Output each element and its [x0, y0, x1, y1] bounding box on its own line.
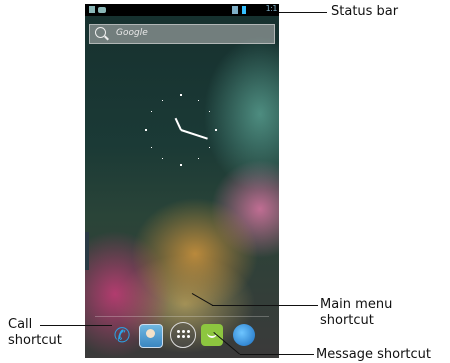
annotation-main-menu-line1: Main menu	[320, 297, 393, 312]
clock-tick	[209, 147, 210, 148]
annotation-status-bar: Status bar	[331, 4, 399, 19]
dock: ✆	[85, 318, 279, 358]
clock-tick	[209, 111, 210, 112]
message-icon[interactable]	[201, 324, 223, 346]
clock-tick	[145, 129, 147, 131]
apps-menu-icon[interactable]	[170, 322, 196, 348]
call-shortcut-pointer	[40, 325, 112, 326]
clock-tick	[215, 129, 217, 131]
annotation-call-line1: Call	[8, 317, 33, 332]
status-bar-pointer	[279, 12, 327, 13]
clock-tick	[198, 158, 199, 159]
status-bar: 1:1	[85, 4, 279, 16]
browser-icon[interactable]	[233, 324, 255, 346]
search-bar[interactable]: Google	[89, 24, 275, 44]
battery-icon	[242, 6, 246, 14]
clock-minute-hand	[180, 129, 208, 140]
message-pointer	[240, 354, 314, 355]
notification-icon	[98, 7, 106, 13]
phone-icon[interactable]: ✆	[111, 324, 133, 346]
annotation-message-shortcut: Message shortcut	[316, 347, 432, 362]
clock-tick	[180, 164, 182, 166]
annotation-call-line2: shortcut	[8, 333, 62, 348]
clock-tick	[151, 111, 152, 112]
side-indicator	[85, 232, 89, 270]
status-time: 1:1	[265, 4, 278, 13]
clock-tick	[180, 94, 182, 96]
dock-divider	[95, 316, 269, 317]
search-placeholder: Google	[116, 28, 148, 38]
contacts-icon[interactable]	[139, 324, 163, 348]
main-menu-pointer	[212, 305, 318, 306]
notification-icon	[89, 6, 95, 13]
clock-tick	[162, 158, 163, 159]
clock-tick	[198, 100, 199, 101]
signal-icon	[232, 6, 238, 14]
clock-tick	[151, 147, 152, 148]
analog-clock-widget[interactable]	[145, 94, 217, 166]
search-icon	[95, 27, 106, 38]
annotation-main-menu-line2: shortcut	[320, 313, 374, 328]
clock-tick	[162, 100, 163, 101]
